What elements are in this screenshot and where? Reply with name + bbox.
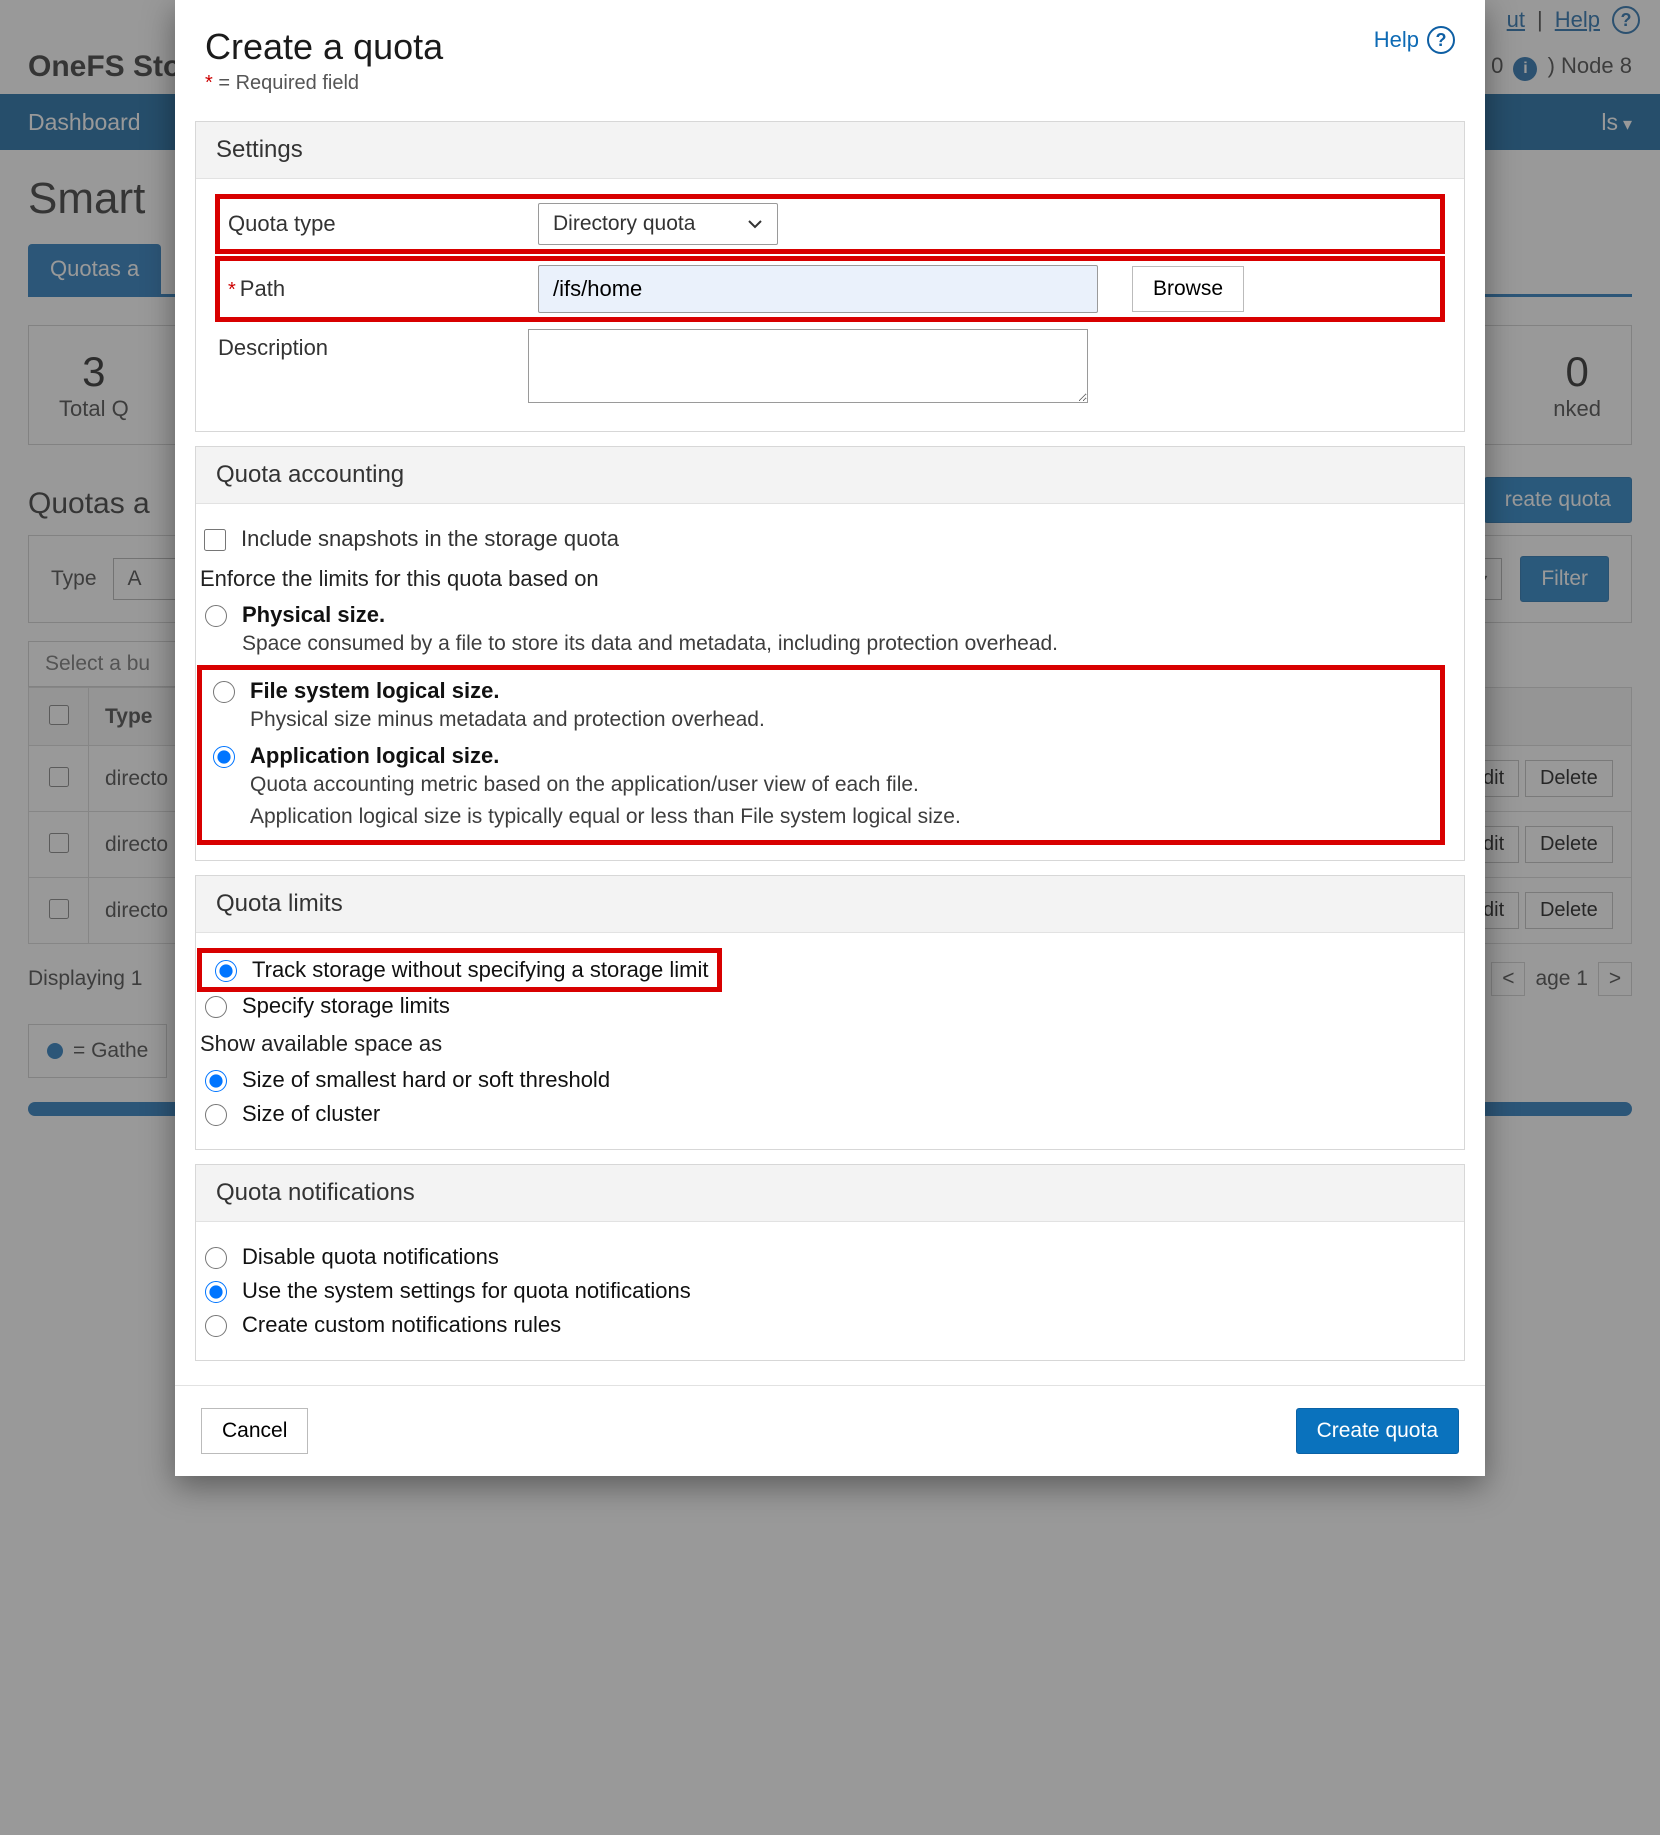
modal-help-link[interactable]: Help ? <box>1374 26 1455 54</box>
quota-type-row: Quota type Directory quota <box>218 197 1442 251</box>
panel-limits-header: Quota limits <box>196 876 1464 933</box>
track-row-highlight: Track storage without specifying a stora… <box>200 951 719 989</box>
fs-logical-title: File system logical size. <box>250 678 765 704</box>
cluster-size-radio[interactable] <box>205 1104 227 1126</box>
app-logical-title: Application logical size. <box>250 743 961 769</box>
cancel-button[interactable]: Cancel <box>201 1408 308 1454</box>
panel-settings-header: Settings <box>196 122 1464 179</box>
modal-header: Create a quota * = Required field Help ? <box>175 0 1485 103</box>
include-snapshots-checkbox[interactable] <box>204 529 226 551</box>
path-row: *Path Browse <box>218 259 1442 319</box>
enforce-label: Enforce the limits for this quota based … <box>200 558 1442 598</box>
description-input[interactable] <box>528 329 1088 403</box>
app-logical-desc2: Application logical size is typically eq… <box>250 801 961 833</box>
panel-notifications: Quota notifications Disable quota notifi… <box>195 1164 1465 1361</box>
system-notifications-radio[interactable] <box>205 1281 227 1303</box>
custom-notifications-radio[interactable] <box>205 1315 227 1337</box>
physical-size-title: Physical size. <box>242 602 1058 628</box>
panel-settings: Settings Quota type Directory quota *Pat… <box>195 121 1465 432</box>
disable-notifications-label: Disable quota notifications <box>242 1244 499 1270</box>
quota-type-label: Quota type <box>228 211 518 237</box>
panel-notifications-header: Quota notifications <box>196 1165 1464 1222</box>
modal-body: Settings Quota type Directory quota *Pat… <box>175 103 1485 1385</box>
system-notifications-label: Use the system settings for quota notifi… <box>242 1278 691 1304</box>
specify-limits-radio[interactable] <box>205 996 227 1018</box>
chevron-down-icon <box>747 216 763 232</box>
custom-notifications-label: Create custom notifications rules <box>242 1312 561 1338</box>
cluster-size-label: Size of cluster <box>242 1101 380 1127</box>
path-input[interactable] <box>538 265 1098 313</box>
modal-title: Create a quota <box>205 26 443 68</box>
quota-type-select[interactable]: Directory quota <box>538 203 778 245</box>
include-snapshots-label: Include snapshots in the storage quota <box>241 526 619 552</box>
modal-footer: Cancel Create quota <box>175 1385 1485 1476</box>
app-logical-radio[interactable] <box>213 746 235 768</box>
panel-accounting-header: Quota accounting <box>196 447 1464 504</box>
modal-overlay: Create a quota * = Required field Help ?… <box>0 0 1660 1835</box>
description-label: Description <box>218 329 508 361</box>
help-icon: ? <box>1427 26 1455 54</box>
smallest-threshold-label: Size of smallest hard or soft threshold <box>242 1067 610 1093</box>
physical-size-radio[interactable] <box>205 605 227 627</box>
logical-size-group-highlight: File system logical size. Physical size … <box>200 668 1442 843</box>
description-row: Description <box>218 319 1442 413</box>
disable-notifications-radio[interactable] <box>205 1247 227 1269</box>
track-storage-radio[interactable] <box>215 960 237 982</box>
panel-accounting: Quota accounting Include snapshots in th… <box>195 446 1465 861</box>
create-quota-button[interactable]: Create quota <box>1296 1408 1459 1454</box>
specify-limits-label: Specify storage limits <box>242 993 450 1019</box>
fs-logical-desc: Physical size minus metadata and protect… <box>250 704 765 736</box>
panel-limits: Quota limits Track storage without speci… <box>195 875 1465 1150</box>
app-logical-desc1: Quota accounting metric based on the app… <box>250 769 961 801</box>
create-quota-modal: Create a quota * = Required field Help ?… <box>175 0 1485 1476</box>
physical-size-desc: Space consumed by a file to store its da… <box>242 628 1058 660</box>
fs-logical-radio[interactable] <box>213 681 235 703</box>
path-label: *Path <box>228 276 518 302</box>
track-storage-label: Track storage without specifying a stora… <box>252 957 709 983</box>
show-space-label: Show available space as <box>200 1023 1442 1063</box>
smallest-threshold-radio[interactable] <box>205 1070 227 1092</box>
browse-button[interactable]: Browse <box>1132 266 1244 312</box>
required-note: * = Required field <box>205 72 443 95</box>
